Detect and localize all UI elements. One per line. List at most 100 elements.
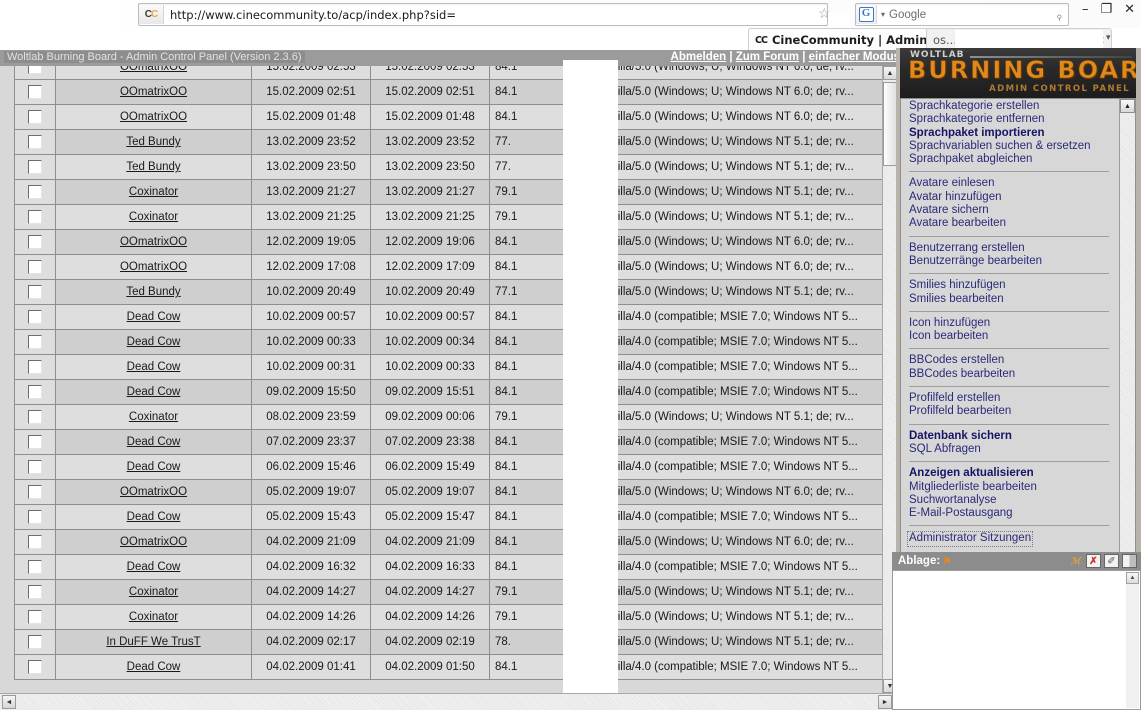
sidebar-item-bbcodes-erstellen[interactable]: BBCodes erstellen [909, 354, 1119, 367]
row-checkbox[interactable] [28, 535, 42, 549]
ablage-scroll-up-button[interactable]: ▲ [1126, 572, 1139, 584]
sidebar-item-sprachkategorie-erstellen[interactable]: Sprachkategorie erstellen [909, 100, 1119, 113]
username-link[interactable]: OOmatrixOO [120, 66, 187, 73]
row-select-cell[interactable] [14, 629, 56, 655]
sidebar-item-mitgliederliste-bearbeiten[interactable]: Mitgliederliste bearbeiten [909, 481, 1119, 494]
username-link[interactable]: Dead Cow [127, 386, 181, 398]
username-link[interactable]: Coxinator [129, 611, 178, 623]
username-link[interactable]: OOmatrixOO [120, 536, 187, 548]
sidebar-item-icon-hinzuf-gen[interactable]: Icon hinzufügen [909, 317, 1119, 330]
username-link[interactable]: Ted Bundy [126, 286, 180, 298]
sidebar-item-anzeigen-aktualisieren[interactable]: Anzeigen aktualisieren [909, 467, 1119, 480]
row-checkbox[interactable] [28, 610, 42, 624]
row-checkbox[interactable] [28, 585, 42, 599]
row-select-cell[interactable] [14, 604, 56, 630]
row-select-cell[interactable] [14, 229, 56, 255]
row-select-cell[interactable] [14, 579, 56, 605]
sidebar-item-sprachvariablen-suchen-ersetzen[interactable]: Sprachvariablen suchen & ersetzen [909, 140, 1119, 153]
ablage-content-area[interactable]: ▲ [892, 570, 1141, 710]
menu-vertical-scrollbar[interactable]: ▲ ▼ [1119, 99, 1135, 578]
row-select-cell[interactable] [14, 304, 56, 330]
row-checkbox[interactable] [28, 410, 42, 424]
sidebar-item-profilfeld-erstellen[interactable]: Profilfeld erstellen [909, 392, 1119, 405]
search-engine-icon[interactable]: G [856, 5, 877, 24]
row-select-cell[interactable] [14, 379, 56, 405]
vscroll-up-button[interactable]: ▲ [883, 66, 897, 80]
ablage-scrollbar[interactable]: ▲ [1126, 572, 1139, 708]
row-checkbox[interactable] [28, 435, 42, 449]
row-checkbox[interactable] [28, 360, 42, 374]
menu-scroll-up-button[interactable]: ▲ [1120, 99, 1135, 113]
username-link[interactable]: In DuFF We TrusT [106, 636, 200, 648]
row-select-cell[interactable] [14, 204, 56, 230]
sidebar-item-avatar-hinzuf-gen[interactable]: Avatar hinzufügen [909, 191, 1119, 204]
sidebar-item-avatare-bearbeiten[interactable]: Avatare bearbeiten [909, 217, 1119, 230]
logout-link[interactable]: Abmelden [671, 51, 727, 63]
username-link[interactable]: Coxinator [129, 211, 178, 223]
sidebar-item-e-mail-postausgang[interactable]: E-Mail-Postausgang [909, 507, 1119, 520]
url-text[interactable]: http://www.cinecommunity.to/acp/index.ph… [164, 8, 827, 22]
row-checkbox[interactable] [28, 260, 42, 274]
row-checkbox[interactable] [28, 485, 42, 499]
sessions-icon[interactable]: ℳ [1068, 554, 1083, 568]
hscroll-left-button[interactable]: ◄ [2, 695, 16, 709]
username-link[interactable]: Dead Cow [127, 561, 181, 573]
row-checkbox[interactable] [28, 160, 42, 174]
username-link[interactable]: OOmatrixOO [120, 261, 187, 273]
search-input[interactable]: Google [889, 9, 1055, 21]
row-checkbox[interactable] [28, 66, 42, 74]
sidebar-item-suchwortanalyse[interactable]: Suchwortanalyse [909, 494, 1119, 507]
hscroll-right-button[interactable]: ► [878, 695, 892, 709]
username-link[interactable]: Coxinator [129, 186, 178, 198]
sidebar-item-sprachpaket-importieren[interactable]: Sprachpaket importieren [909, 127, 1119, 140]
row-select-cell[interactable] [14, 104, 56, 130]
row-select-cell[interactable] [14, 254, 56, 280]
row-checkbox[interactable] [28, 110, 42, 124]
row-checkbox[interactable] [28, 510, 42, 524]
row-select-cell[interactable] [14, 529, 56, 555]
row-checkbox[interactable] [28, 560, 42, 574]
username-link[interactable]: Coxinator [129, 586, 178, 598]
username-link[interactable]: Dead Cow [127, 311, 181, 323]
row-select-cell[interactable] [14, 66, 56, 80]
vscroll-thumb[interactable] [883, 82, 897, 166]
minimize-button[interactable]: – [1082, 2, 1089, 17]
row-checkbox[interactable] [28, 310, 42, 324]
sidebar-item-profilfeld-bearbeiten[interactable]: Profilfeld bearbeiten [909, 405, 1119, 418]
row-checkbox[interactable] [28, 135, 42, 149]
sidebar-item-administrator-sitzungen[interactable]: Administrator Sitzungen [907, 531, 1119, 547]
username-link[interactable]: Dead Cow [127, 436, 181, 448]
sidebar-item-sprachkategorie-entfernen[interactable]: Sprachkategorie entfernen [909, 113, 1119, 126]
sidebar-item-avatare-sichern[interactable]: Avatare sichern [909, 204, 1119, 217]
row-select-cell[interactable] [14, 329, 56, 355]
username-link[interactable]: Ted Bundy [126, 161, 180, 173]
row-select-cell[interactable] [14, 504, 56, 530]
row-select-cell[interactable] [14, 479, 56, 505]
username-link[interactable]: OOmatrixOO [120, 236, 187, 248]
sidebar-item-datenbank-sichern[interactable]: Datenbank sichern [909, 430, 1119, 443]
forum-link[interactable]: Zum Forum [736, 51, 799, 63]
row-checkbox[interactable] [28, 185, 42, 199]
row-checkbox[interactable] [28, 85, 42, 99]
row-checkbox[interactable] [28, 460, 42, 474]
search-engine-caret-icon[interactable]: ▾ [877, 10, 889, 19]
search-bar[interactable]: G ▾ Google ⌕ [855, 3, 1069, 26]
sidebar-item-avatare-einlesen[interactable]: Avatare einlesen [909, 177, 1119, 190]
row-select-cell[interactable] [14, 404, 56, 430]
sidebar-item-benutzerrang-erstellen[interactable]: Benutzerrang erstellen [909, 242, 1119, 255]
row-select-cell[interactable] [14, 654, 56, 680]
row-select-cell[interactable] [14, 154, 56, 180]
username-link[interactable]: OOmatrixOO [120, 111, 187, 123]
sidebar-item-sprachpaket-abgleichen[interactable]: Sprachpaket abgleichen [909, 153, 1119, 166]
username-link[interactable]: Dead Cow [127, 361, 181, 373]
username-link[interactable]: Dead Cow [127, 461, 181, 473]
delete-icon[interactable]: ✗ [1086, 554, 1101, 568]
sidebar-item-benutzerr-nge-bearbeiten[interactable]: Benutzerränge bearbeiten [909, 255, 1119, 268]
sidebar-item-sql-abfragen[interactable]: SQL Abfragen [909, 443, 1119, 456]
pin-icon[interactable]: ⚑ [940, 555, 952, 568]
simple-mode-link[interactable]: einfacher Modus [809, 51, 900, 63]
username-link[interactable]: Dead Cow [127, 511, 181, 523]
username-link[interactable]: Dead Cow [127, 661, 181, 673]
content-horizontal-scrollbar[interactable]: ◄ ► [0, 693, 896, 710]
tab-overflow-icon[interactable]: ▾ [1106, 32, 1111, 43]
